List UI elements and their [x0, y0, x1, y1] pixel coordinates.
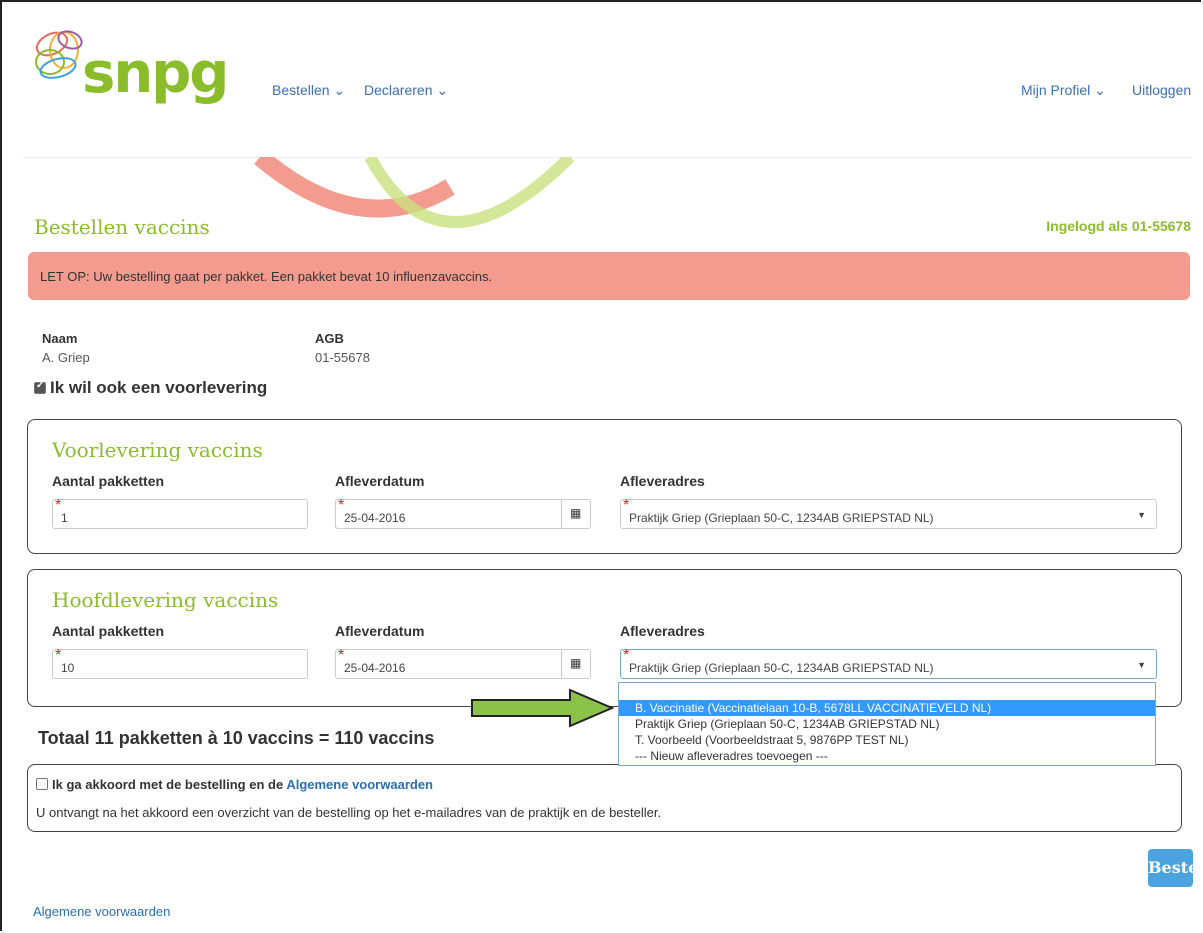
hoofdlevering-addr-label: Afleveradres [620, 623, 705, 639]
voorlevering-qty-input[interactable]: * 1 [52, 498, 308, 529]
arrow-right-icon [471, 688, 615, 728]
name-label: Naam [42, 331, 78, 346]
voorlevering-panel: Voorlevering vaccins Aantal pakketten * … [27, 419, 1182, 554]
nav-declareren[interactable]: Declareren ⌄ [364, 82, 448, 99]
preorder-checkbox-row[interactable]: Ik wil ook een voorlevering [34, 378, 267, 398]
logo-text[interactable]: snpg [82, 46, 229, 102]
voorlevering-date-input[interactable]: * 25-04-2016 ▦ [335, 498, 591, 529]
agb-value: 01-55678 [315, 350, 370, 365]
calendar-icon[interactable]: ▦ [561, 650, 590, 678]
dropdown-option[interactable]: B. Vaccinatie (Vaccinatielaan 10-B, 5678… [619, 700, 1155, 716]
chevron-down-icon: ▼ [1137, 510, 1146, 520]
chevron-down-icon: ▼ [1137, 660, 1146, 670]
hoofdlevering-date-value: 25-04-2016 [344, 661, 406, 675]
name-value: A. Griep [42, 350, 90, 365]
footer-terms-link[interactable]: Algemene voorwaarden [33, 904, 170, 919]
voorlevering-qty-value: 1 [61, 511, 68, 525]
page-title: Bestellen vaccins [34, 215, 210, 239]
hoofdlevering-date-input[interactable]: * 25-04-2016 ▦ [335, 648, 591, 679]
nav-mijn-profiel[interactable]: Mijn Profiel ⌄ [1021, 82, 1106, 99]
address-dropdown-list[interactable]: B. Vaccinatie (Vaccinatielaan 10-B, 5678… [618, 682, 1156, 766]
voorlevering-addr-select[interactable]: * Praktijk Griep (Grieplaan 50-C, 1234AB… [620, 498, 1157, 529]
agreement-row[interactable]: Ik ga akkoord met de bestelling en de Al… [36, 777, 433, 792]
agreement-text: Ik ga akkoord met de bestelling en de [52, 777, 284, 792]
preorder-label: Ik wil ook een voorlevering [50, 378, 268, 397]
voorlevering-date-label: Afleverdatum [335, 473, 425, 489]
nav-bestellen[interactable]: Bestellen ⌄ [272, 82, 345, 99]
agreement-panel: Ik ga akkoord met de bestelling en de Al… [27, 764, 1182, 832]
voorlevering-addr-value: Praktijk Griep (Grieplaan 50-C, 1234AB G… [629, 511, 934, 525]
decorative-swirl [254, 157, 575, 228]
hoofdlevering-addr-value: Praktijk Griep (Grieplaan 50-C, 1234AB G… [629, 661, 934, 675]
hoofdlevering-addr-select[interactable]: * Praktijk Griep (Grieplaan 50-C, 1234AB… [620, 648, 1157, 679]
nav-uitloggen[interactable]: Uitloggen [1132, 82, 1191, 98]
hoofdlevering-date-label: Afleverdatum [335, 623, 425, 639]
logged-in-label: Ingelogd als 01-55678 [1046, 218, 1191, 234]
hoofdlevering-qty-label: Aantal pakketten [52, 623, 165, 639]
voorlevering-title: Voorlevering vaccins [52, 438, 263, 462]
voorlevering-date-value: 25-04-2016 [344, 511, 406, 525]
calendar-icon[interactable]: ▦ [561, 500, 590, 528]
alert-text: LET OP: Uw bestelling gaat per pakket. E… [40, 269, 493, 284]
hoofdlevering-qty-input[interactable]: * 10 [52, 648, 308, 679]
voorlevering-addr-label: Afleveradres [620, 473, 705, 489]
agb-label: AGB [315, 331, 344, 346]
alert-banner: LET OP: Uw bestelling gaat per pakket. E… [28, 252, 1190, 300]
terms-link[interactable]: Algemene voorwaarden [286, 777, 433, 792]
dropdown-option[interactable]: --- Nieuw afleveradres toevoegen --- [619, 748, 1155, 764]
order-button[interactable]: Bestel [1148, 849, 1203, 887]
order-total: Totaal 11 pakketten à 10 vaccins = 110 v… [38, 728, 435, 748]
agreement-checkbox[interactable] [36, 778, 48, 790]
agreement-note: U ontvangt na het akkoord een overzicht … [36, 805, 662, 820]
preorder-checkbox[interactable] [34, 380, 46, 394]
voorlevering-qty-label: Aantal pakketten [52, 473, 165, 489]
dropdown-option[interactable]: Praktijk Griep (Grieplaan 50-C, 1234AB G… [619, 716, 1155, 732]
hoofdlevering-qty-value: 10 [61, 661, 75, 675]
dropdown-option[interactable]: T. Voorbeeld (Voorbeeldstraat 5, 9876PP … [619, 732, 1155, 748]
hoofdlevering-title: Hoofdlevering vaccins [52, 588, 279, 612]
